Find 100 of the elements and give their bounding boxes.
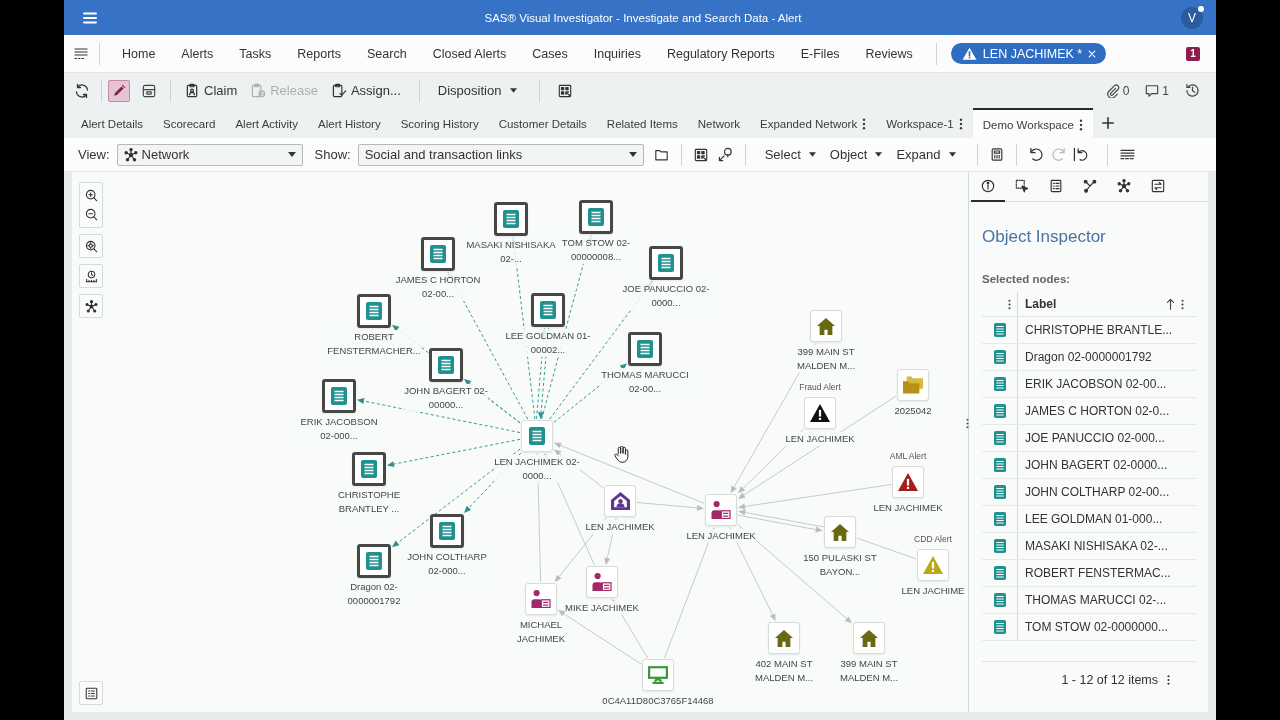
more-icon[interactable]	[1078, 119, 1083, 131]
address-node[interactable]	[853, 622, 885, 654]
save-icon[interactable]	[142, 83, 156, 98]
document-node[interactable]	[430, 514, 464, 548]
tab[interactable]: Alert History	[308, 108, 391, 138]
label-cell[interactable]: TOM STOW 02-0000000...	[1025, 620, 1168, 634]
more-icon[interactable]	[1181, 298, 1184, 310]
nav-link[interactable]: Regulatory Reports	[667, 46, 775, 61]
attachments-button[interactable]: 0	[1105, 83, 1130, 98]
notification-badge[interactable]: 1	[1186, 46, 1200, 61]
household-node[interactable]	[604, 485, 636, 517]
tab[interactable]: Scorecard	[153, 108, 226, 138]
tab[interactable]: Demo Workspace	[972, 108, 1093, 138]
tab[interactable]: Alert Details	[71, 108, 153, 138]
tab[interactable]: Alert Activity	[225, 108, 309, 138]
close-icon[interactable]	[1088, 49, 1097, 58]
label-cell[interactable]: LEE GOLDMAN 01-000...	[1025, 512, 1163, 526]
calculator-icon[interactable]	[989, 147, 1004, 162]
grid-select-icon[interactable]	[693, 147, 708, 162]
tab[interactable]: Related Items	[596, 108, 688, 138]
address-node[interactable]	[810, 310, 842, 342]
dropdown-button[interactable]: Expand	[896, 147, 956, 162]
device-node[interactable]	[642, 659, 674, 691]
column-header[interactable]: Label	[1025, 297, 1160, 311]
person-node[interactable]	[586, 566, 618, 598]
document-node[interactable]	[322, 379, 356, 413]
address-node[interactable]	[768, 622, 800, 654]
comments-button[interactable]: 1	[1145, 83, 1169, 98]
zoom-in-icon[interactable]	[84, 189, 98, 202]
document-node[interactable]	[494, 202, 528, 236]
document-node[interactable]	[357, 544, 391, 578]
nav-link[interactable]: Inquiries	[593, 46, 641, 61]
undo-icon[interactable]	[1028, 147, 1044, 162]
nav-link[interactable]: Closed Alerts	[432, 46, 507, 61]
label-cell[interactable]: MASAKI NISHISAKA 02-...	[1025, 539, 1168, 553]
nav-link[interactable]: Reviews	[865, 46, 913, 61]
tab[interactable]: Scoring History	[390, 108, 489, 138]
nav-link[interactable]: Home	[122, 46, 156, 61]
list-icon[interactable]	[1119, 148, 1135, 161]
alert-node[interactable]	[917, 549, 949, 581]
pin-arrow-icon[interactable]	[717, 147, 733, 162]
user-avatar[interactable]: V	[1181, 6, 1203, 29]
document-node[interactable]	[429, 348, 463, 382]
tab[interactable]: Expanded Network	[750, 108, 877, 138]
document-node[interactable]	[649, 246, 683, 280]
document-node[interactable]	[531, 293, 565, 327]
nav-link[interactable]: Tasks	[239, 46, 272, 61]
tab[interactable]: Customer Details	[488, 108, 597, 138]
nav-link[interactable]: E-Files	[800, 46, 840, 61]
label-cell[interactable]: CHRISTOPHE BRANTLE...	[1025, 323, 1173, 337]
label-cell[interactable]: JOE PANUCCIO 02-000...	[1025, 431, 1165, 445]
tab[interactable]: Workspace-1	[876, 108, 973, 138]
legend-button[interactable]	[79, 681, 103, 705]
sort-up-icon[interactable]	[1166, 298, 1175, 310]
plus-icon[interactable]	[1101, 117, 1114, 129]
alert-node[interactable]	[804, 397, 836, 429]
alert-node[interactable]	[892, 466, 924, 498]
label-cell[interactable]: THOMAS MARUCCI 02-...	[1025, 593, 1167, 607]
person-node[interactable]	[525, 583, 557, 615]
nav-link[interactable]: Reports	[297, 46, 342, 61]
label-cell[interactable]: Dragon 02-0000001792	[1025, 350, 1152, 364]
document-node[interactable]	[579, 200, 613, 234]
zoom-out-icon[interactable]	[84, 208, 98, 221]
dropdown-button[interactable]: Object	[829, 147, 883, 162]
document-node[interactable]	[352, 452, 386, 486]
more-icon[interactable]	[1167, 674, 1170, 686]
document-node[interactable]	[357, 294, 391, 328]
edit-button[interactable]	[108, 79, 130, 102]
more-icon[interactable]	[862, 118, 867, 130]
nav-link[interactable]: Alerts	[181, 46, 214, 61]
assign-button[interactable]: Assign...	[331, 83, 401, 98]
refresh-icon[interactable]	[74, 82, 90, 99]
folder-icon[interactable]	[653, 147, 669, 162]
address-node[interactable]	[824, 516, 856, 548]
label-cell[interactable]: ROBERT FENSTERMAC...	[1025, 566, 1171, 580]
grid-select-icon[interactable]	[558, 83, 573, 98]
more-icon[interactable]	[958, 118, 963, 130]
case-node[interactable]	[897, 369, 929, 401]
history-icon[interactable]	[1185, 83, 1200, 98]
label-cell[interactable]: JOHN BAGERT 02-0000...	[1025, 458, 1168, 472]
view-select[interactable]: Network	[116, 143, 303, 166]
label-cell[interactable]: JOHN COLTHARP 02-00...	[1025, 485, 1170, 499]
drag-handle-icon[interactable]	[966, 418, 969, 429]
dropdown-button[interactable]: Select	[764, 147, 816, 162]
nav-link[interactable]: Cases	[532, 46, 568, 61]
menu-icon[interactable]	[74, 47, 88, 60]
person-node[interactable]	[705, 494, 737, 526]
nav-link[interactable]: Search	[367, 46, 407, 61]
alert-chip[interactable]: LEN JACHIMEK *	[950, 43, 1107, 64]
claim-button[interactable]: Claim	[185, 83, 238, 98]
label-cell[interactable]: ERIK JACOBSON 02-00...	[1025, 377, 1167, 391]
fit-view-button[interactable]	[79, 234, 103, 258]
layout-button[interactable]	[79, 294, 103, 318]
tab[interactable]: Network	[687, 108, 750, 138]
document-node[interactable]	[421, 237, 455, 271]
more-icon[interactable]	[1008, 298, 1011, 310]
timeline-button[interactable]	[79, 264, 103, 288]
show-select[interactable]: Social and transaction links	[357, 143, 644, 166]
reset-icon[interactable]	[1072, 147, 1088, 162]
document-node[interactable]	[628, 332, 662, 366]
